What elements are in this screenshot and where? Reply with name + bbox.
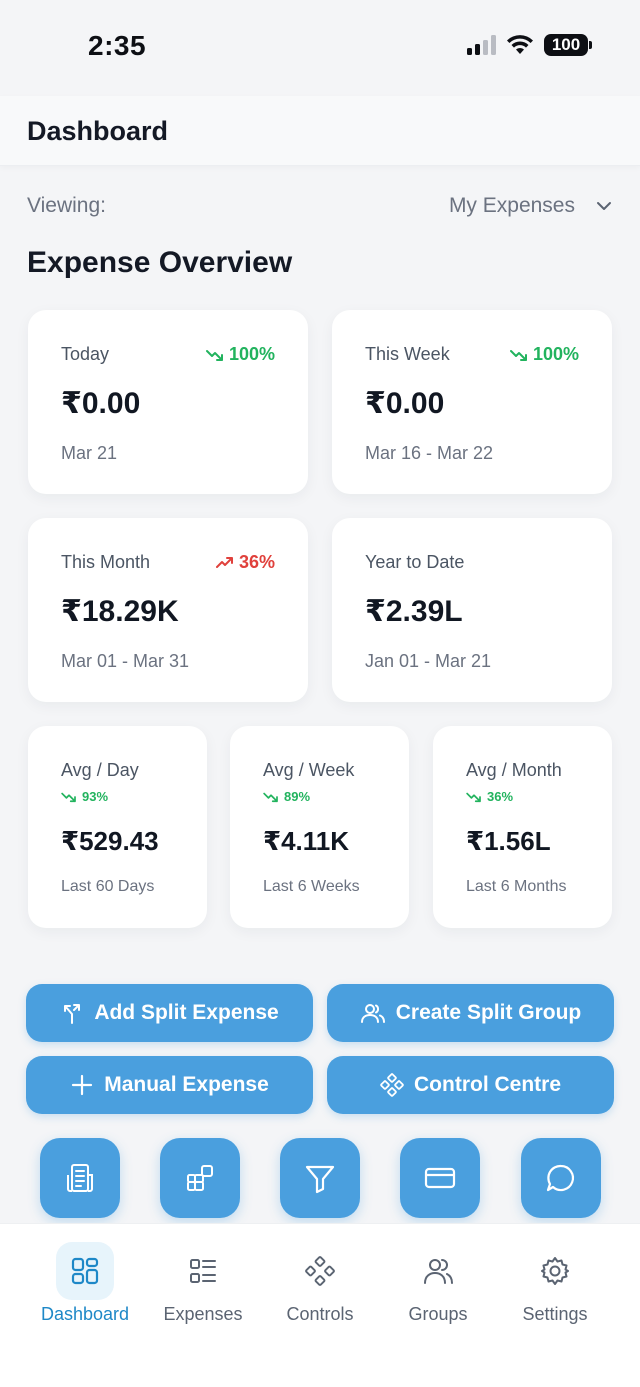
widgets-button[interactable] xyxy=(160,1138,240,1218)
stat-card-amount: ₹0.00 xyxy=(61,387,141,420)
receipt-icon xyxy=(67,1164,93,1192)
widgets-icon xyxy=(187,1165,213,1191)
section-title: Expense Overview xyxy=(27,246,293,279)
stat-card-this-week[interactable]: This Week 100% ₹0.00 Mar 16 - Mar 22 xyxy=(332,310,612,494)
trend-up-icon xyxy=(215,556,233,568)
signal-icon xyxy=(467,35,496,55)
manual-expense-button[interactable]: Manual Expense xyxy=(26,1056,313,1114)
controls-icon xyxy=(380,1073,404,1097)
stat-card-range: Mar 16 - Mar 22 xyxy=(365,443,494,463)
stat-card-trend: 100% xyxy=(205,344,275,365)
status-bar: 2:35 100 xyxy=(0,0,640,96)
chat-icon xyxy=(546,1164,575,1192)
avg-card-range: Last 6 Weeks xyxy=(263,878,360,895)
avg-card-trend: 89% xyxy=(263,789,310,804)
stat-card-label: Today xyxy=(61,344,110,364)
avg-card-amount: ₹1.56L xyxy=(466,826,551,856)
trend-down-icon xyxy=(509,349,527,361)
nav-item-dashboard[interactable]: Dashboard xyxy=(25,1224,145,1334)
avg-card-month[interactable]: Avg / Month 36% ₹1.56L Last 6 Months xyxy=(433,726,612,928)
viewing-row: Viewing: My Expenses xyxy=(27,194,613,224)
split-icon xyxy=(64,1004,81,1024)
status-icons: 100 xyxy=(467,34,592,56)
trend-down-icon xyxy=(205,349,223,361)
viewing-selected-value: My Expenses xyxy=(448,194,575,217)
trend-down-icon xyxy=(466,792,481,802)
avg-card-trend: 36% xyxy=(466,789,513,804)
control-centre-button[interactable]: Control Centre xyxy=(327,1056,614,1114)
stat-card-amount: ₹18.29K xyxy=(61,595,179,628)
stat-card-label: Year to Date xyxy=(365,552,465,572)
trend-down-icon xyxy=(61,792,76,802)
avg-card-day[interactable]: Avg / Day 93% ₹529.43 Last 60 Days xyxy=(28,726,207,928)
avg-card-trend: 93% xyxy=(61,789,108,804)
controls-icon xyxy=(305,1256,335,1286)
stat-card-trend: 36% xyxy=(215,552,275,573)
dashboard-icon xyxy=(71,1257,99,1285)
manual-expense-label: Manual Expense xyxy=(104,1073,269,1096)
battery-indicator: 100 xyxy=(544,34,592,56)
stat-card-label: This Week xyxy=(365,344,450,364)
avg-card-amount: ₹529.43 xyxy=(61,826,159,856)
stat-card-amount: ₹0.00 xyxy=(365,387,445,420)
viewing-dropdown[interactable]: My Expenses xyxy=(449,194,613,218)
nav-item-controls[interactable]: Controls xyxy=(260,1224,380,1334)
plus-icon xyxy=(72,1074,93,1096)
chat-button[interactable] xyxy=(521,1138,601,1218)
filter-icon xyxy=(305,1165,335,1194)
list-icon xyxy=(190,1259,216,1283)
create-split-group-label: Create Split Group xyxy=(395,1001,582,1024)
wifi-icon xyxy=(507,35,533,54)
stat-card-year-to-date[interactable]: Year to Date ₹2.39L Jan 01 - Mar 21 xyxy=(332,518,612,702)
nav-item-groups[interactable]: Groups xyxy=(378,1224,498,1334)
add-split-expense-label: Add Split Expense xyxy=(94,1001,279,1024)
stat-card-today[interactable]: Today 100% ₹0.00 Mar 21 xyxy=(28,310,308,494)
bottom-nav: Dashboard Expenses Controls Groups Setti… xyxy=(0,1223,640,1387)
avg-card-label: Avg / Week xyxy=(263,760,355,780)
users-icon xyxy=(360,1004,385,1023)
receipt-button[interactable] xyxy=(40,1138,120,1218)
create-split-group-button[interactable]: Create Split Group xyxy=(327,984,614,1042)
stat-card-label: This Month xyxy=(61,552,151,572)
nav-label: Expenses xyxy=(163,1304,243,1324)
avg-card-label: Avg / Month xyxy=(466,760,562,780)
avg-card-range: Last 60 Days xyxy=(61,878,155,895)
stat-card-amount: ₹2.39L xyxy=(365,595,463,628)
status-time: 2:35 xyxy=(88,30,147,61)
trend-value: 100% xyxy=(532,344,579,364)
card-button[interactable] xyxy=(400,1138,480,1218)
avg-card-week[interactable]: Avg / Week 89% ₹4.11K Last 6 Weeks xyxy=(230,726,409,928)
gear-icon xyxy=(541,1257,569,1285)
page-title: Dashboard xyxy=(27,116,169,146)
app-header: Dashboard xyxy=(0,96,640,166)
nav-item-expenses[interactable]: Expenses xyxy=(143,1224,263,1334)
control-centre-label: Control Centre xyxy=(414,1073,561,1096)
filter-button[interactable] xyxy=(280,1138,360,1218)
nav-label: Groups xyxy=(408,1304,468,1324)
nav-label: Controls xyxy=(286,1304,354,1324)
avg-card-label: Avg / Day xyxy=(61,760,139,780)
nav-label: Settings xyxy=(522,1304,588,1324)
trend-value: 36% xyxy=(238,552,275,572)
stat-card-trend: 100% xyxy=(509,344,579,365)
trend-down-icon xyxy=(263,792,278,802)
stat-card-this-month[interactable]: This Month 36% ₹18.29K Mar 01 - Mar 31 xyxy=(28,518,308,702)
trend-value: 89% xyxy=(284,789,311,804)
trend-value: 36% xyxy=(487,789,514,804)
trend-value: 93% xyxy=(82,789,109,804)
add-split-expense-button[interactable]: Add Split Expense xyxy=(26,984,313,1042)
groups-icon xyxy=(424,1259,453,1284)
trend-value: 100% xyxy=(228,344,275,364)
stat-card-range: Mar 01 - Mar 31 xyxy=(61,651,190,671)
card-icon xyxy=(424,1167,456,1189)
avg-card-range: Last 6 Months xyxy=(466,878,567,895)
stat-card-range: Mar 21 xyxy=(61,443,118,463)
avg-card-amount: ₹4.11K xyxy=(263,826,350,856)
viewing-label: Viewing: xyxy=(27,194,106,217)
nav-item-settings[interactable]: Settings xyxy=(495,1224,615,1334)
stat-card-range: Jan 01 - Mar 21 xyxy=(365,651,492,671)
chevron-down-icon xyxy=(597,202,611,210)
nav-label: Dashboard xyxy=(40,1304,130,1324)
